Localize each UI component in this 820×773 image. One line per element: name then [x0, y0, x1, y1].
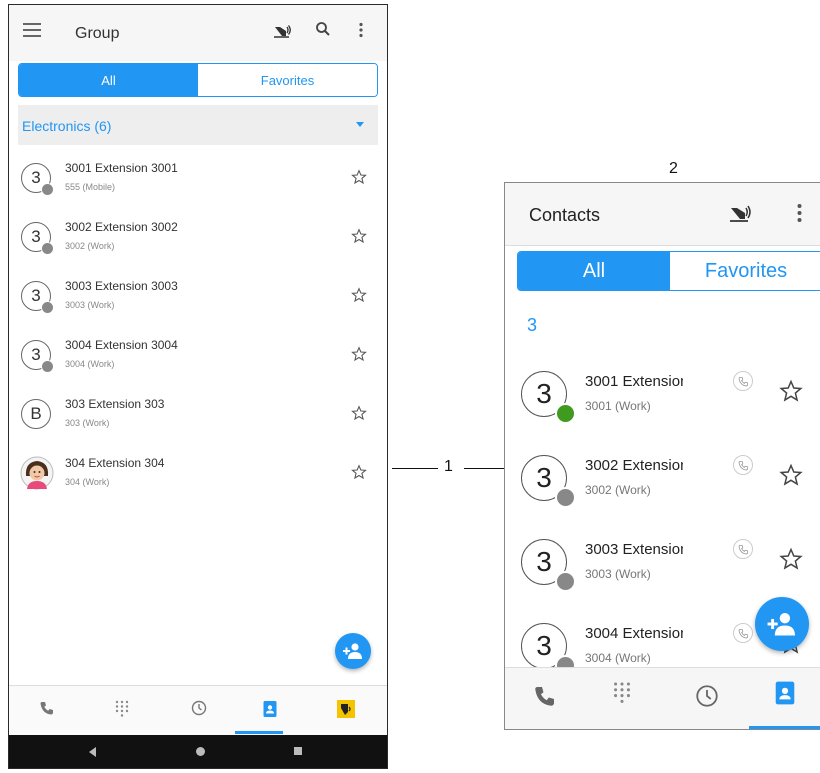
star-icon[interactable] — [351, 464, 367, 480]
bottom-navigation — [505, 667, 820, 729]
app-bar: Contacts — [505, 183, 820, 246]
phone-icon[interactable] — [533, 684, 557, 708]
add-person-icon — [767, 613, 795, 636]
contact-name: 3001 Extension 3001 — [65, 161, 178, 175]
contact-row[interactable]: 3 3003 Extension 3003 3003 (Work) — [9, 271, 387, 329]
phone-icon[interactable] — [39, 700, 55, 716]
back-icon[interactable] — [89, 747, 96, 757]
contact-name: 3002 Extension 3002 — [65, 220, 178, 234]
add-person-icon — [343, 643, 362, 659]
contact-number: 3001 (Work) — [585, 399, 651, 413]
contact-number: 3002 (Work) — [585, 483, 651, 497]
star-icon[interactable] — [351, 169, 367, 185]
contact-row[interactable]: B 303 Extension 303 303 (Work) — [9, 389, 387, 447]
dialpad-icon[interactable] — [115, 700, 129, 718]
more-icon[interactable] — [797, 203, 802, 223]
callout-leader-line — [464, 468, 504, 469]
contact-name: 3001 Extension — [585, 373, 683, 390]
tab-favorites[interactable]: Favorites — [670, 252, 820, 290]
call-icon[interactable] — [733, 371, 753, 391]
voicemail-tile-icon[interactable] — [337, 700, 355, 718]
zoomed-contacts-screen: Contacts All Favorites 3 3 3001 Extensio… — [504, 182, 820, 730]
contact-name: 3002 Extension — [585, 457, 683, 474]
contact-row[interactable]: 3 3001 Extension 3001 (Work) — [505, 361, 820, 445]
avatar: B — [21, 399, 51, 429]
add-contact-button[interactable] — [755, 597, 809, 651]
call-icon[interactable] — [733, 623, 753, 643]
contact-row[interactable]: 304 Extension 304 304 (Work) — [9, 448, 387, 506]
contact-number: 555 (Mobile) — [65, 182, 116, 192]
presence-dot — [41, 360, 54, 373]
presence-dot — [41, 183, 54, 196]
contact-number: 303 (Work) — [65, 418, 110, 428]
presence-dot — [41, 301, 54, 314]
more-icon[interactable] — [359, 22, 363, 38]
star-icon[interactable] — [351, 287, 367, 303]
home-icon[interactable] — [196, 747, 205, 756]
contact-name: 3003 Extension — [585, 541, 683, 558]
voicemail-icon[interactable] — [273, 23, 291, 39]
contact-name: 303 Extension 303 — [65, 397, 165, 411]
contact-number: 304 (Work) — [65, 477, 110, 487]
group-label: Electronics (6) — [22, 118, 112, 134]
tab-all[interactable]: All — [19, 64, 198, 96]
presence-dot — [555, 487, 576, 508]
app-bar: Group — [9, 5, 387, 61]
tab-all[interactable]: All — [518, 252, 670, 290]
filter-tabs: All Favorites — [517, 251, 820, 291]
contact-number: 3003 (Work) — [65, 300, 115, 310]
star-icon[interactable] — [779, 547, 803, 571]
phone-screen: Group All Favorites Electronics (6) 3 30… — [8, 4, 388, 769]
star-icon[interactable] — [779, 463, 803, 487]
recent-apps-icon[interactable] — [294, 747, 302, 755]
dialpad-icon[interactable] — [613, 680, 631, 706]
filter-tabs: All Favorites — [18, 63, 378, 97]
tab-favorites[interactable]: Favorites — [198, 64, 377, 96]
star-icon[interactable] — [351, 228, 367, 244]
search-icon[interactable] — [315, 21, 331, 37]
system-navigation-bar — [9, 735, 387, 768]
contact-number: 3004 (Work) — [585, 651, 651, 665]
callout-label: 1 — [444, 458, 453, 475]
contact-row[interactable]: 3 3002 Extension 3002 3002 (Work) — [9, 212, 387, 270]
bottom-navigation — [9, 685, 387, 736]
contact-row[interactable]: 3 3004 Extension 3004 3004 (Work) — [9, 330, 387, 388]
add-contact-button[interactable] — [335, 633, 371, 669]
contact-name: 304 Extension 304 — [65, 456, 165, 470]
contact-number: 3004 (Work) — [65, 359, 115, 369]
section-index-letter: 3 — [527, 315, 538, 335]
contact-number: 3002 (Work) — [65, 241, 115, 251]
history-icon[interactable] — [191, 700, 207, 716]
contact-name: 3004 Extension 3004 — [65, 338, 178, 352]
star-icon[interactable] — [351, 346, 367, 362]
contacts-icon[interactable] — [263, 700, 277, 718]
callout-leader-line — [392, 468, 438, 469]
active-tab-indicator — [749, 726, 820, 729]
presence-dot — [41, 242, 54, 255]
dropdown-arrow-icon — [356, 122, 364, 127]
star-icon[interactable] — [779, 379, 803, 403]
star-icon[interactable] — [351, 405, 367, 421]
presence-dot — [555, 571, 576, 592]
contact-name: 3003 Extension 3003 — [65, 279, 178, 293]
presence-dot — [555, 403, 576, 424]
contacts-icon[interactable] — [775, 680, 795, 706]
contact-row[interactable]: 3 3002 Extension 3002 (Work) — [505, 445, 820, 529]
contact-row[interactable]: 3 3001 Extension 3001 555 (Mobile) — [9, 153, 387, 211]
voicemail-icon[interactable] — [729, 203, 751, 223]
callout-label: 2 — [669, 160, 678, 177]
group-selector[interactable]: Electronics (6) — [18, 105, 378, 145]
page-title: Contacts — [529, 205, 601, 225]
call-icon[interactable] — [733, 455, 753, 475]
menu-icon[interactable] — [23, 23, 41, 37]
page-title: Group — [75, 25, 120, 42]
contact-name: 3004 Extension — [585, 625, 683, 642]
active-tab-indicator — [235, 731, 283, 734]
avatar-photo-icon — [20, 456, 54, 490]
call-icon[interactable] — [733, 539, 753, 559]
history-icon[interactable] — [695, 684, 719, 708]
contact-number: 3003 (Work) — [585, 567, 651, 581]
